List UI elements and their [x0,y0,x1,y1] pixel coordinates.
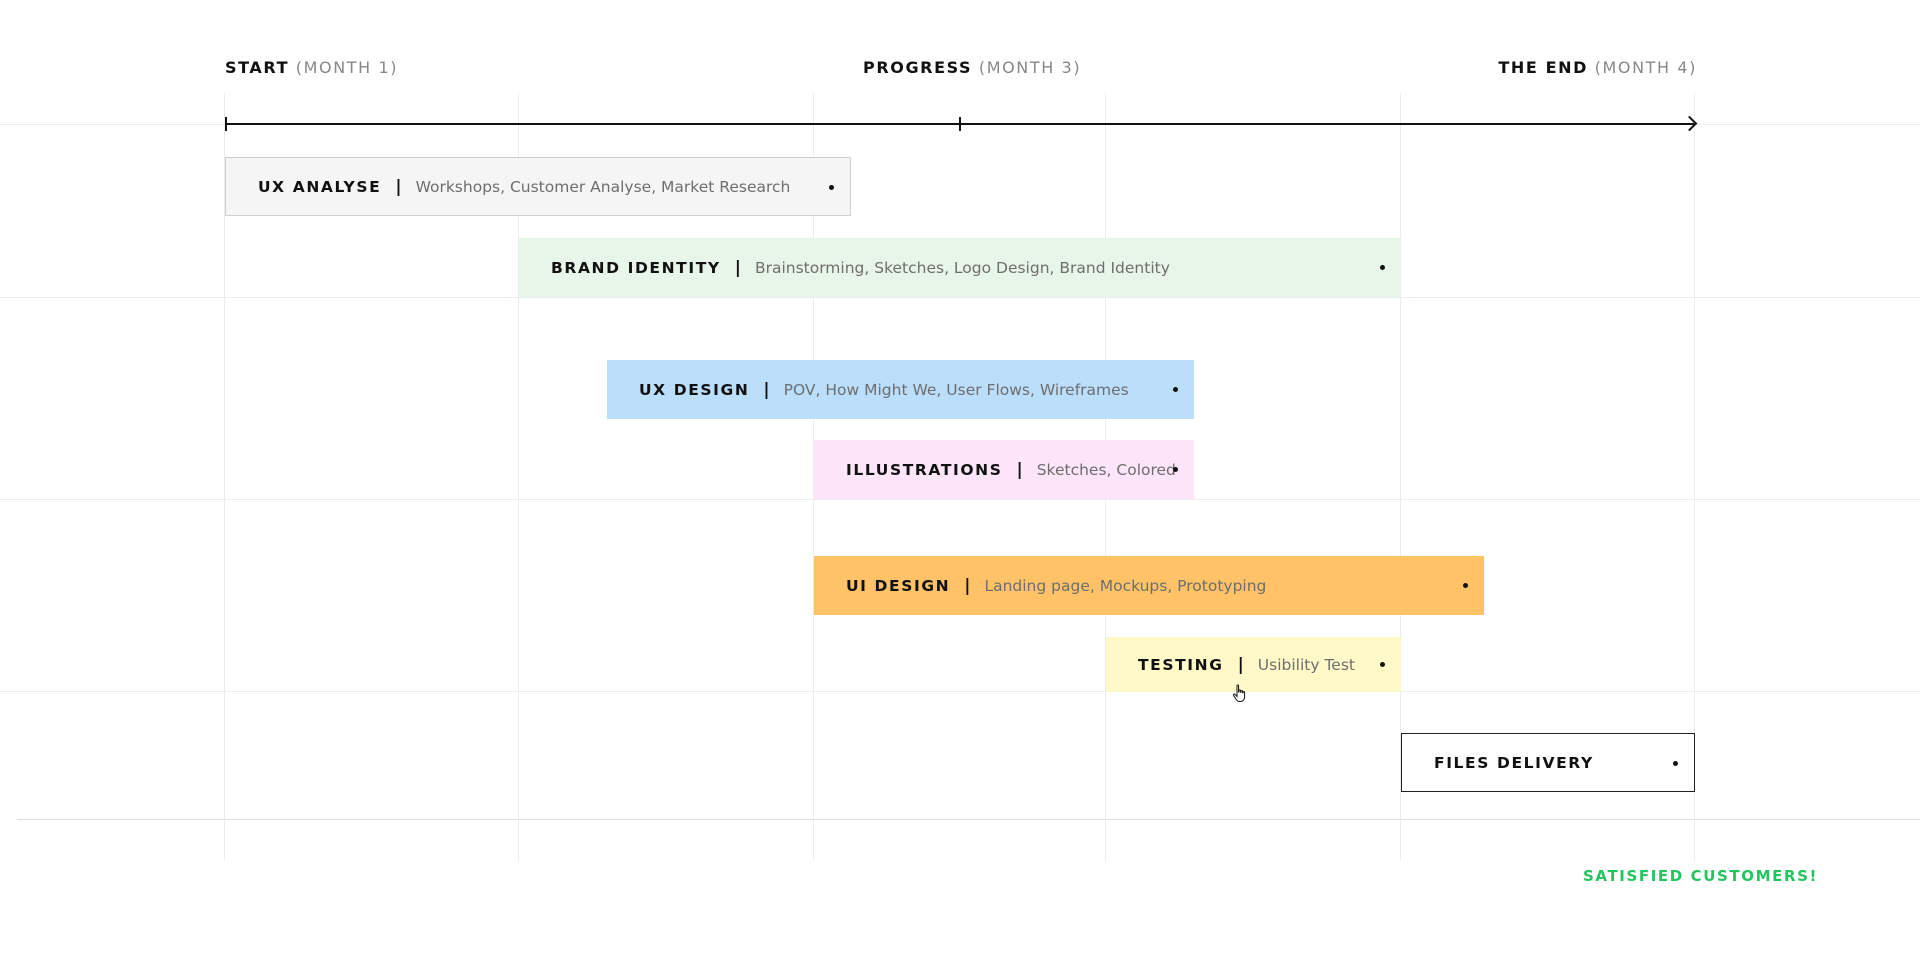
task-bar-ui-design[interactable]: UI DESIGN | Landing page, Mockups, Proto… [814,556,1484,615]
task-bar-files-delivery[interactable]: FILES DELIVERY [1401,733,1695,792]
task-separator: | [734,257,741,278]
task-bar-testing[interactable]: TESTING | Usibility Test [1106,637,1401,692]
hand-pointer-icon [1232,684,1246,702]
task-title: BRAND IDENTITY [551,258,721,277]
task-description: Brainstorming, Sketches, Logo Design, Br… [754,258,1170,277]
phase-title: START [225,58,290,77]
task-bar-brand-identity[interactable]: BRAND IDENTITY | Brainstorming, Sketches… [519,238,1401,297]
dot-icon [1463,583,1468,588]
task-separator: | [964,575,971,596]
dot-icon [1380,265,1385,270]
grid-line-horizontal [0,499,1920,500]
phase-title: PROGRESS [863,58,973,77]
dot-icon [1173,387,1178,392]
phase-subtitle: (MONTH 3) [978,58,1082,77]
task-bar-illustrations[interactable]: ILLUSTRATIONS | Sketches, Colored [814,440,1194,499]
task-separator: | [763,379,770,400]
task-title: ILLUSTRATIONS [846,460,1003,479]
task-separator: | [395,176,402,197]
timeline-tick-progress [959,117,961,131]
phase-progress: PROGRESS (MONTH 3) [863,58,1081,77]
task-title: TESTING [1138,655,1224,674]
task-description: POV, How Might We, User Flows, Wireframe… [783,380,1129,399]
phase-start: START (MONTH 1) [225,58,398,77]
grid-line-horizontal [0,691,1920,692]
task-description: Workshops, Customer Analyse, Market Rese… [415,177,791,196]
task-title: UI DESIGN [846,576,951,595]
task-title: UX ANALYSE [258,177,382,196]
dot-icon [1173,467,1178,472]
grid-line-bottom [17,819,1920,820]
task-title: UX DESIGN [639,380,750,399]
satisfied-customers-label: SATISFIED CUSTOMERS! [1583,867,1818,885]
task-separator: | [1016,459,1023,480]
phase-subtitle: (MONTH 4) [1594,58,1697,77]
phase-title: THE END [1498,58,1588,77]
task-description: Usibility Test [1257,655,1355,674]
dot-icon [1380,662,1385,667]
task-bar-ux-analyse[interactable]: UX ANALYSE | Workshops, Customer Analyse… [225,157,851,216]
task-bar-ux-design[interactable]: UX DESIGN | POV, How Might We, User Flow… [607,360,1194,419]
phase-subtitle: (MONTH 1) [295,58,399,77]
phase-end: THE END (MONTH 4) [1498,58,1697,77]
task-title: FILES DELIVERY [1434,753,1594,772]
task-description: Landing page, Mockups, Prototyping [984,576,1267,595]
task-separator: | [1237,654,1244,675]
task-description: Sketches, Colored [1036,460,1176,479]
dot-icon [1673,761,1678,766]
dot-icon [829,185,834,190]
grid-line-horizontal [0,297,1920,298]
timeline-tick-start [225,117,227,131]
